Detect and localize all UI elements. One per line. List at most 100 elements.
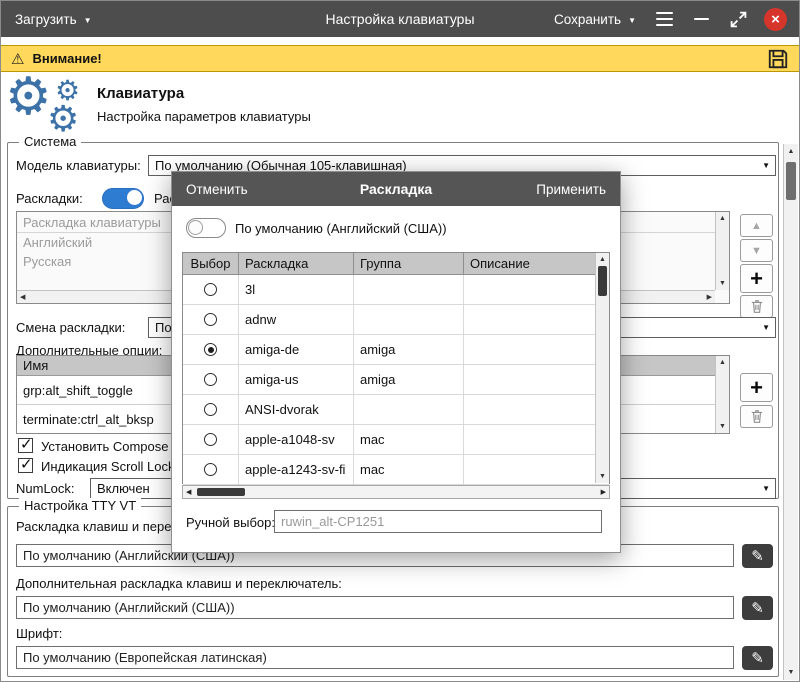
trash-icon [750, 409, 764, 424]
gear-icon: ⚙ [47, 101, 79, 137]
save-to-file-button[interactable] [767, 48, 789, 70]
scroll-down-icon[interactable]: ▼ [596, 473, 609, 480]
dialog-header: Раскладка Отменить Применить [172, 172, 620, 206]
titlebar: Загрузить ▼ Настройка клавиатуры Сохрани… [1, 1, 799, 37]
scroll-right-icon[interactable]: ▶ [707, 291, 712, 303]
default-layout-toggle[interactable] [186, 218, 226, 238]
add-layout-button[interactable]: + [740, 264, 773, 293]
scroll-left-icon[interactable]: ◀ [20, 291, 25, 303]
manual-select-input[interactable] [274, 510, 602, 533]
table-row[interactable]: apple-a1048-sv mac [183, 425, 609, 455]
move-layout-down-button[interactable]: ▼ [740, 239, 773, 262]
keyboard-gears-icon: ⚙ ⚙ ⚙ [7, 77, 95, 137]
layout-description-cell [464, 335, 609, 364]
layout-group-cell [354, 395, 464, 424]
column-header: Выбор [183, 253, 239, 274]
default-layout-toggle-label: По умолчанию (Английский (США)) [235, 221, 447, 236]
layout-switch-label: Смена раскладки: [16, 320, 125, 335]
layout-radio[interactable] [204, 283, 217, 296]
layout-radio[interactable] [204, 463, 217, 476]
arrow-up-icon: ▲ [751, 220, 762, 232]
pencil-icon: ✎ [751, 649, 764, 667]
dialog-apply-button[interactable]: Применить [536, 182, 606, 197]
layout-description-cell [464, 275, 609, 304]
scroll-up-icon[interactable]: ▲ [596, 256, 609, 263]
edit-tty-extra-layout-button[interactable]: ✎ [742, 596, 773, 620]
expand-button[interactable] [727, 8, 749, 30]
edit-tty-layout-button[interactable]: ✎ [742, 544, 773, 568]
scroll-down-icon[interactable]: ▼ [716, 280, 729, 287]
scrollbar-thumb[interactable] [786, 162, 796, 200]
layout-radio[interactable] [204, 343, 217, 356]
scrollbar-thumb[interactable] [197, 488, 245, 496]
column-header: Группа [354, 253, 464, 274]
edit-tty-font-button[interactable]: ✎ [742, 646, 773, 670]
warning-icon: ⚠ [11, 50, 24, 68]
table-row[interactable]: amiga-de amiga [183, 335, 609, 365]
scroll-up-icon[interactable]: ▲ [716, 215, 729, 222]
layout-group-cell: mac [354, 425, 464, 454]
chevron-down-icon: ▼ [84, 16, 92, 25]
hamburger-icon [656, 12, 673, 27]
chevron-down-icon: ▼ [762, 161, 770, 170]
options-vertical-scrollbar[interactable]: ▲ ▼ [715, 356, 729, 433]
delete-layout-button[interactable] [740, 295, 773, 318]
delete-option-button[interactable] [740, 405, 773, 428]
minimize-icon [694, 18, 709, 21]
keyboard-model-label: Модель клавиатуры: [16, 158, 141, 173]
layout-radio[interactable] [204, 313, 217, 326]
layout-description-cell [464, 455, 609, 484]
toggle-knob [127, 190, 142, 205]
scrollbar-thumb[interactable] [598, 266, 607, 296]
scroll-left-icon[interactable]: ◀ [186, 486, 191, 498]
dialog-table-vertical-scrollbar[interactable]: ▲ ▼ [595, 253, 609, 483]
default-layout-row: По умолчанию (Английский (США)) [186, 218, 447, 238]
layout-description-cell [464, 425, 609, 454]
tty-extra-layout-input[interactable] [16, 596, 734, 619]
scroll-up-icon[interactable]: ▲ [784, 148, 798, 155]
arrow-down-icon: ▼ [751, 245, 762, 257]
table-row[interactable]: 3l [183, 275, 609, 305]
listbox-vertical-scrollbar[interactable]: ▲ ▼ [715, 212, 729, 290]
warning-text: Внимание! [32, 51, 101, 66]
check-icon: ✓ [20, 435, 33, 453]
layout-table: Выбор Раскладка Группа Описание 3l adnw … [182, 252, 610, 484]
toggle-knob [188, 220, 203, 235]
layout-group-cell: amiga [354, 335, 464, 364]
load-menu-button[interactable]: Загрузить ▼ [1, 1, 106, 37]
compose-checkbox[interactable]: ✓ [18, 438, 33, 453]
add-option-button[interactable]: + [740, 373, 773, 402]
layout-name-cell: ANSI-dvorak [239, 395, 354, 424]
layout-name-cell: adnw [239, 305, 354, 334]
move-layout-up-button[interactable]: ▲ [740, 214, 773, 237]
scroll-up-icon[interactable]: ▲ [716, 359, 729, 366]
table-row[interactable]: adnw [183, 305, 609, 335]
table-row[interactable]: apple-a1243-sv-fi mac [183, 455, 609, 485]
close-button[interactable]: × [764, 8, 787, 31]
scrolllock-checkbox[interactable]: ✓ [18, 458, 33, 473]
menu-button[interactable] [653, 8, 675, 30]
tty-field-label: Шрифт: [16, 626, 62, 641]
layout-name-cell: apple-a1048-sv [239, 425, 354, 454]
table-row[interactable]: ANSI-dvorak [183, 395, 609, 425]
dialog-cancel-button[interactable]: Отменить [186, 182, 248, 197]
tty-font-input[interactable] [16, 646, 734, 669]
minimize-button[interactable] [690, 8, 712, 30]
scroll-down-icon[interactable]: ▼ [784, 669, 798, 676]
scroll-down-icon[interactable]: ▼ [716, 423, 729, 430]
layout-description-cell [464, 305, 609, 334]
layouts-label: Раскладки: [16, 191, 83, 206]
table-row[interactable]: amiga-us amiga [183, 365, 609, 395]
main-scrollbar[interactable]: ▲ ▼ [783, 144, 798, 680]
layout-group-cell: amiga [354, 365, 464, 394]
save-menu-button[interactable]: Сохранить ▼ [552, 12, 638, 27]
layouts-toggle[interactable] [102, 188, 144, 209]
scroll-right-icon[interactable]: ▶ [601, 486, 606, 498]
chevron-down-icon: ▼ [628, 16, 636, 25]
layout-radio[interactable] [204, 433, 217, 446]
layout-radio[interactable] [204, 373, 217, 386]
dialog-table-horizontal-scrollbar[interactable]: ◀ ▶ [182, 485, 610, 499]
tty-field-label: Дополнительная раскладка клавиш и перекл… [16, 576, 342, 591]
page-header: ⚙ ⚙ ⚙ Клавиатура Настройка параметров кл… [1, 77, 783, 139]
layout-radio[interactable] [204, 403, 217, 416]
